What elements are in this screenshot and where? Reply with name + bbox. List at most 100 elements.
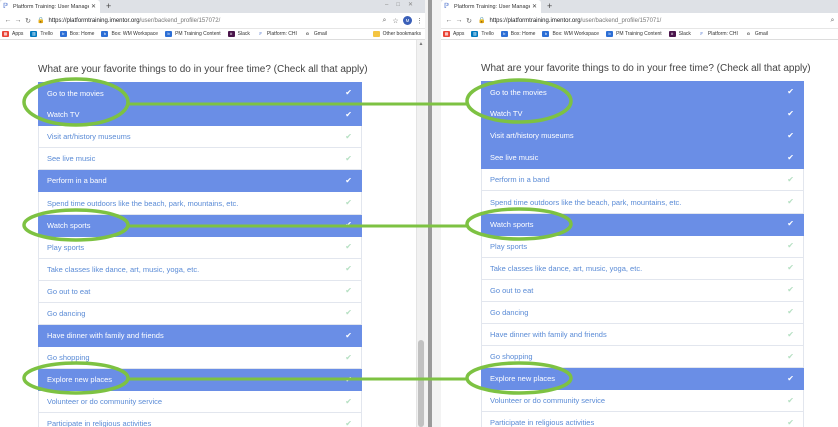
bookmark-apps[interactable]: ▦ Apps [2, 31, 23, 37]
lock-icon: 🔒 [478, 18, 486, 24]
address-bar[interactable]: 🔒 https://platformtraining.imentor.org/u… [478, 15, 821, 26]
option-spend-time-outdoors-like-the-beach-park-mountains-etc[interactable]: Spend time outdoors like the beach, park… [38, 192, 362, 215]
checkmark-icon: ✔ [787, 351, 794, 361]
checkmark-icon: ✔ [787, 87, 794, 97]
option-label: Go out to eat [47, 286, 91, 296]
window-divider [425, 0, 441, 427]
bookmark-box-home[interactable]: b Box: Home [500, 31, 535, 37]
option-play-sports[interactable]: Play sports ✔ [38, 236, 362, 259]
url-text: https://platformtraining.imentor.org/use… [489, 18, 661, 24]
menu-icon[interactable]: ⋮ [414, 17, 425, 25]
new-tab-button[interactable]: + [547, 1, 552, 12]
bookmark-platform-chi[interactable]: ℙ Platform: CHI [256, 31, 297, 37]
option-participate-in-religious-activities[interactable]: Participate in religious activities ✔ [481, 412, 804, 427]
checkmark-icon: ✔ [787, 395, 794, 405]
option-go-out-to-eat[interactable]: Go out to eat ✔ [38, 280, 362, 303]
bookmark-box-wm[interactable]: b Box: WM Workspace [101, 31, 158, 37]
zoom-icon[interactable]: ⌕ [827, 17, 838, 25]
option-go-dancing[interactable]: Go dancing ✔ [481, 301, 804, 325]
bookmark-other[interactable]: Other bookmarks [372, 31, 421, 37]
back-icon[interactable]: ← [3, 17, 13, 24]
star-icon[interactable]: ☆ [390, 17, 401, 25]
bookmark-label: PM Training Content [616, 31, 662, 37]
option-watch-tv[interactable]: Watch TV ✔ [481, 103, 804, 126]
zoom-icon[interactable]: ⌕ [379, 17, 390, 25]
option-go-to-the-movies[interactable]: Go to the movies ✔ [38, 82, 362, 105]
option-go-dancing[interactable]: Go dancing ✔ [38, 302, 362, 326]
option-label: Watch TV [47, 110, 80, 120]
option-label: Participate in religious activities [490, 418, 595, 427]
bookmark-gmail[interactable]: G Gmail [303, 31, 327, 37]
option-take-classes-like-dance-art-music-yoga-etc[interactable]: Take classes like dance, art, music, yog… [481, 257, 804, 280]
option-see-live-music[interactable]: See live music ✔ [481, 147, 804, 170]
close-tab-icon[interactable]: ✕ [91, 3, 96, 10]
platform-logo-icon: ℙ [697, 31, 705, 37]
checkmark-icon: ✔ [787, 373, 794, 383]
option-perform-in-a-band[interactable]: Perform in a band ✔ [481, 169, 804, 192]
checkmark-icon: ✔ [787, 108, 794, 118]
option-explore-new-places[interactable]: Explore new places ✔ [481, 368, 804, 391]
google-icon: G [744, 31, 752, 37]
scrollbar[interactable]: ▲ [416, 40, 425, 427]
option-watch-tv[interactable]: Watch TV ✔ [38, 104, 362, 127]
window-controls[interactable]: –□✕ [385, 1, 421, 8]
back-icon[interactable]: ← [444, 17, 454, 24]
browser-tab[interactable]: ℙ Platform Training: User Manage ✕ [0, 0, 100, 13]
bookmark-slack[interactable]: # Slack [668, 31, 691, 37]
reload-icon[interactable]: ↻ [23, 17, 33, 25]
option-take-classes-like-dance-art-music-yoga-etc[interactable]: Take classes like dance, art, music, yog… [38, 258, 362, 281]
option-volunteer-or-do-community-service[interactable]: Volunteer or do community service ✔ [38, 391, 362, 414]
option-go-shopping[interactable]: Go shopping ✔ [38, 347, 362, 370]
option-label: Play sports [490, 241, 528, 251]
browser-tab[interactable]: ℙ Platform Training: User Manage ✕ [441, 0, 541, 13]
option-visit-art-history-museums[interactable]: Visit art/history museums ✔ [481, 125, 804, 148]
option-perform-in-a-band[interactable]: Perform in a band ✔ [38, 170, 362, 193]
option-play-sports[interactable]: Play sports ✔ [481, 235, 804, 258]
scrollbar-thumb[interactable] [418, 340, 424, 427]
url-path: /user/backend_profile/157072/ [139, 17, 221, 24]
option-have-dinner-with-family-and-friends[interactable]: Have dinner with family and friends ✔ [481, 324, 804, 347]
option-spend-time-outdoors-like-the-beach-park-mountains-etc[interactable]: Spend time outdoors like the beach, park… [481, 191, 804, 214]
bookmark-platform-chi[interactable]: ℙ Platform: CHI [697, 31, 738, 37]
bookmark-label: Gmail [754, 31, 768, 37]
checkmark-icon: ✔ [345, 330, 352, 340]
reload-icon[interactable]: ↻ [464, 17, 474, 25]
box-icon: b [606, 31, 614, 37]
option-watch-sports[interactable]: Watch sports ✔ [38, 214, 362, 237]
forward-icon[interactable]: → [454, 17, 464, 24]
option-volunteer-or-do-community-service[interactable]: Volunteer or do community service ✔ [481, 390, 804, 413]
option-have-dinner-with-family-and-friends[interactable]: Have dinner with family and friends ✔ [38, 325, 362, 348]
bookmark-box-wm[interactable]: b Box: WM Workspace [542, 31, 599, 37]
checkmark-icon: ✔ [787, 418, 794, 427]
browser-toolbar: ← → ↻ 🔒 https://platformtraining.imentor… [0, 13, 425, 29]
bookmark-label: Box: WM Workspace [111, 31, 159, 37]
option-label: See live music [490, 153, 539, 163]
bookmark-trello[interactable]: ▥ Trello [471, 31, 494, 37]
bookmark-trello[interactable]: ▥ Trello [30, 31, 53, 37]
bookmark-gmail[interactable]: G Gmail [744, 31, 768, 37]
profile-avatar[interactable]: M [403, 16, 412, 25]
option-watch-sports[interactable]: Watch sports ✔ [481, 213, 804, 236]
option-see-live-music[interactable]: See live music ✔ [38, 148, 362, 171]
option-go-to-the-movies[interactable]: Go to the movies ✔ [481, 81, 804, 104]
option-go-out-to-eat[interactable]: Go out to eat ✔ [481, 279, 804, 302]
option-explore-new-places[interactable]: Explore new places ✔ [38, 369, 362, 392]
checkmark-icon: ✔ [345, 88, 352, 98]
scroll-up-icon[interactable]: ▲ [417, 40, 425, 48]
checkmark-icon: ✔ [345, 308, 352, 318]
bookmark-slack[interactable]: # Slack [227, 31, 250, 37]
new-tab-button[interactable]: + [106, 1, 111, 12]
bookmark-pm-training[interactable]: b PM Training Content [606, 31, 662, 37]
checkmark-icon: ✔ [787, 263, 794, 273]
address-bar[interactable]: 🔒 https://platformtraining.imentor.org/u… [37, 15, 373, 26]
option-go-shopping[interactable]: Go shopping ✔ [481, 346, 804, 369]
bookmark-pm-training[interactable]: b PM Training Content [165, 31, 221, 37]
bookmark-box-home[interactable]: b Box: Home [59, 31, 94, 37]
bookmark-apps[interactable]: ▦ Apps [443, 31, 464, 37]
bookmark-label: Gmail [313, 31, 327, 37]
option-visit-art-history-museums[interactable]: Visit art/history museums ✔ [38, 126, 362, 149]
forward-icon[interactable]: → [13, 17, 23, 24]
option-participate-in-religious-activities[interactable]: Participate in religious activities ✔ [38, 413, 362, 427]
close-tab-icon[interactable]: ✕ [532, 3, 537, 10]
question-heading: What are your favorite things to do in y… [38, 64, 368, 75]
